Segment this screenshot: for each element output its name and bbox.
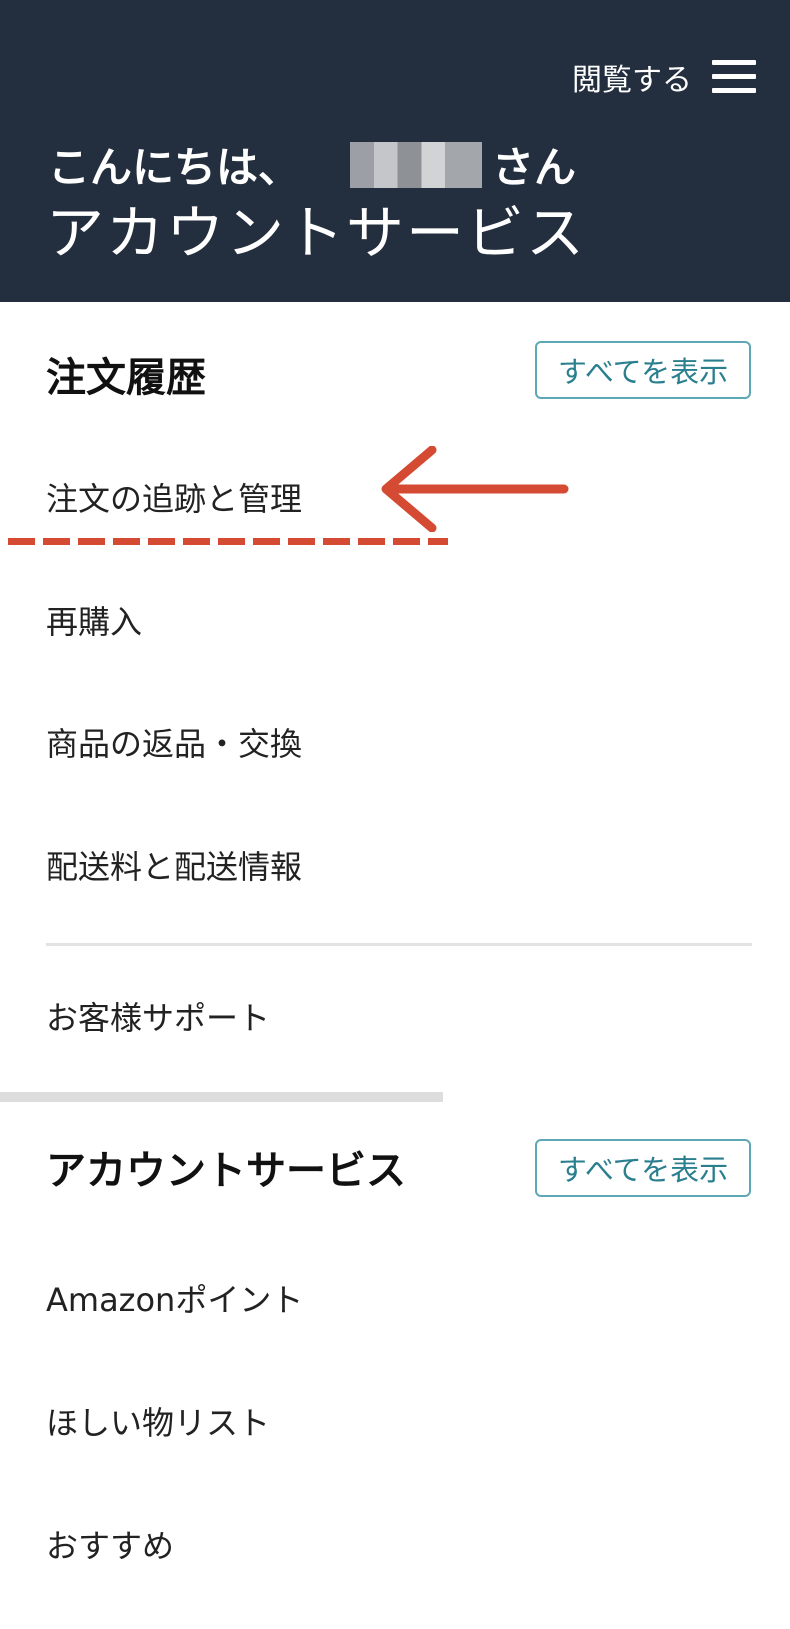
menu-item-returns[interactable]: 商品の返品・交換 <box>46 719 302 765</box>
order-history-heading: 注文履歴 <box>46 355 206 401</box>
menu-item-track-orders[interactable]: 注文の追跡と管理 <box>46 474 302 520</box>
browse-label: 閲覧する <box>572 63 692 98</box>
browse-menu-button[interactable]: 閲覧する <box>572 52 756 102</box>
menu-item-amazon-points[interactable]: Amazonポイント <box>46 1275 303 1321</box>
section-separator <box>0 1092 443 1102</box>
menu-item-customer-support[interactable]: お客様サポート <box>46 993 270 1039</box>
page-title: アカウントサービス <box>46 199 587 267</box>
annotation-arrow-icon <box>381 446 569 532</box>
hamburger-menu-icon[interactable] <box>712 60 756 94</box>
order-history-show-all-button[interactable]: すべてを表示 <box>535 341 751 399</box>
account-header: 閲覧する こんにちは、 さん アカウントサービス <box>0 0 790 302</box>
redacted-username <box>350 141 483 188</box>
menu-item-wishlist[interactable]: ほしい物リスト <box>46 1398 270 1444</box>
section-divider <box>46 943 752 946</box>
account-services-show-all-button[interactable]: すべてを表示 <box>535 1139 751 1197</box>
menu-item-shipping-info[interactable]: 配送料と配送情報 <box>46 842 302 888</box>
annotation-dashed-underline <box>8 538 448 545</box>
menu-item-recommendations[interactable]: おすすめ <box>46 1521 174 1567</box>
account-services-heading: アカウントサービス <box>46 1148 406 1194</box>
menu-item-buy-again[interactable]: 再購入 <box>46 597 142 643</box>
